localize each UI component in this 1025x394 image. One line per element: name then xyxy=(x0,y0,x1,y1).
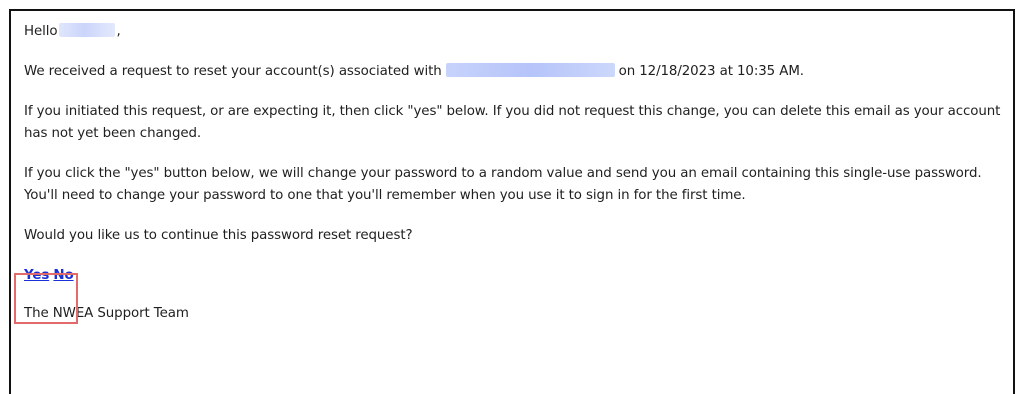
initiated-paragraph: If you initiated this request, or are ex… xyxy=(24,104,1001,141)
email-body: Hello, We received a request to reset yo… xyxy=(24,21,1009,343)
greeting-suffix: , xyxy=(116,24,121,39)
received-suffix: on 12/18/2023 at 10:35 AM. xyxy=(618,64,804,79)
greeting-line: Hello, xyxy=(24,21,1009,43)
response-links: Yes No xyxy=(24,265,74,287)
no-link[interactable]: No xyxy=(53,268,73,283)
received-request-paragraph: We received a request to reset your acco… xyxy=(24,61,1009,83)
redacted-email xyxy=(445,63,615,77)
redacted-name xyxy=(59,23,116,37)
received-prefix: We received a request to reset your acco… xyxy=(24,64,442,79)
greeting-prefix: Hello xyxy=(24,24,58,39)
yes-link[interactable]: Yes xyxy=(24,268,49,283)
yes-button-paragraph: If you click the "yes" button below, we … xyxy=(24,166,982,203)
question-paragraph: Would you like us to continue this passw… xyxy=(24,228,413,243)
signature: The NWEA Support Team xyxy=(24,306,189,321)
